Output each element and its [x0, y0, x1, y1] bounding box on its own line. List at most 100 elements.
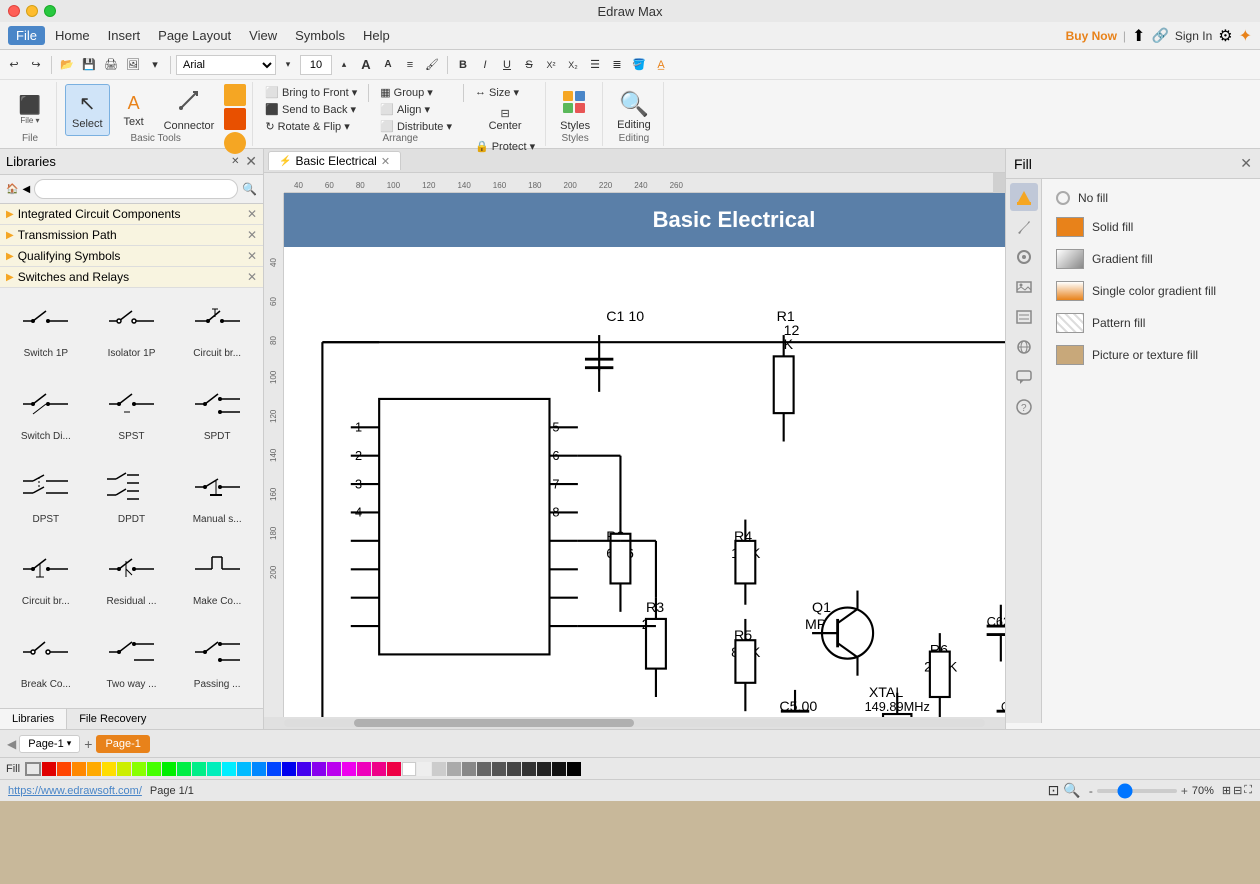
color-swatch-12[interactable]: [222, 762, 236, 776]
fill-image-icon[interactable]: [1010, 273, 1038, 301]
minimize-button[interactable]: [26, 5, 38, 17]
tb-print[interactable]: 🖨: [101, 55, 121, 75]
home-icon[interactable]: 🏠: [6, 184, 18, 195]
font-color-btn[interactable]: A̲: [651, 55, 671, 75]
shape-cross[interactable]: ✕: [224, 156, 246, 167]
fill-gradient-option[interactable]: Gradient fill: [1050, 245, 1252, 273]
center-btn[interactable]: ⊟ Center: [471, 101, 539, 137]
color-swatch-26[interactable]: [447, 762, 461, 776]
edraw-icon[interactable]: ✦: [1239, 26, 1252, 46]
font-selector[interactable]: Arial: [176, 55, 276, 75]
color-swatch-18[interactable]: [312, 762, 326, 776]
sign-in-link[interactable]: Sign In: [1175, 29, 1212, 43]
page-tab-2[interactable]: Page-1: [96, 735, 149, 753]
settings-icon[interactable]: ⚙: [1218, 26, 1232, 46]
distribute-btn[interactable]: ⬜ Distribute ▾: [376, 118, 456, 134]
chain-icon[interactable]: 🔗: [1151, 27, 1168, 44]
text-btn[interactable]: A Text: [114, 84, 154, 136]
rotate-flip-btn[interactable]: ↻ Rotate & Flip ▾: [261, 118, 361, 134]
fill-picture-option[interactable]: Picture or texture fill: [1050, 341, 1252, 369]
symbol-tway[interactable]: Two way ...: [90, 623, 174, 704]
symbol-switch1p[interactable]: Switch 1P: [4, 292, 88, 373]
font-grow[interactable]: A: [356, 55, 376, 75]
fill-brush-icon[interactable]: [1010, 213, 1038, 241]
file-recovery-tab[interactable]: File Recovery: [67, 709, 158, 729]
page-tab-1[interactable]: Page-1 ▾: [19, 735, 80, 753]
fill-globe-icon[interactable]: [1010, 333, 1038, 361]
layout-icon[interactable]: ⊟: [1233, 784, 1242, 797]
fill-color-btn[interactable]: 🪣: [629, 55, 649, 75]
fill-paint-icon[interactable]: [1010, 183, 1038, 211]
menu-symbols[interactable]: Symbols: [287, 26, 353, 45]
color-swatch-20[interactable]: [342, 762, 356, 776]
color-swatch-7[interactable]: [147, 762, 161, 776]
strikethrough-btn[interactable]: S: [519, 55, 539, 75]
send-to-back-btn[interactable]: ⬛ Send to Back ▾: [261, 101, 361, 117]
zoom-in-btn[interactable]: +: [1181, 784, 1188, 798]
underline-btn[interactable]: U: [497, 55, 517, 75]
color-swatch-5[interactable]: [117, 762, 131, 776]
font-size-down[interactable]: ▾: [278, 55, 298, 75]
fill-chat-icon[interactable]: [1010, 363, 1038, 391]
color-swatch-black[interactable]: [567, 762, 581, 776]
color-swatch-0[interactable]: [42, 762, 56, 776]
tb-btn-1[interactable]: ↩: [4, 55, 24, 75]
color-swatch-15[interactable]: [267, 762, 281, 776]
page-nav-left[interactable]: ◀: [4, 737, 19, 751]
color-swatch-14[interactable]: [252, 762, 266, 776]
zoom-out-btn[interactable]: -: [1089, 784, 1093, 798]
super-btn[interactable]: X²: [541, 55, 561, 75]
color-swatch-30[interactable]: [507, 762, 521, 776]
color-swatch-29[interactable]: [492, 762, 506, 776]
color-swatch-17[interactable]: [297, 762, 311, 776]
symbol-spst[interactable]: SPST: [90, 375, 174, 456]
sub-btn[interactable]: X₂: [563, 55, 583, 75]
fullscreen-icon[interactable]: ⛶: [1244, 784, 1252, 797]
color-swatch-10[interactable]: [192, 762, 206, 776]
nav-left-icon[interactable]: ◀: [22, 184, 30, 195]
file-group-btn[interactable]: ⬛ File ▾: [10, 84, 50, 136]
lib-tp-close[interactable]: ✕: [247, 228, 257, 242]
color-swatch-13[interactable]: [237, 762, 251, 776]
color-swatch-25[interactable]: [432, 762, 446, 776]
page-tab-1-arrow[interactable]: ▾: [67, 738, 72, 749]
view-fit-icon[interactable]: ⊡: [1048, 782, 1060, 799]
zoom-slider[interactable]: [1097, 789, 1177, 793]
menu-file[interactable]: File: [8, 26, 45, 45]
view-zoom-icon[interactable]: 🔍: [1063, 782, 1080, 799]
lib-tab[interactable]: Libraries: [0, 709, 67, 729]
bring-to-front-btn[interactable]: ⬜ Bring to Front ▾: [261, 84, 361, 100]
list2-btn[interactable]: ≣: [607, 55, 627, 75]
symbol-spdt[interactable]: SPDT: [175, 375, 259, 456]
symbol-makeco[interactable]: Make Co...: [175, 540, 259, 621]
buy-now-link[interactable]: Buy Now: [1066, 29, 1117, 43]
color-swatch-32[interactable]: [537, 762, 551, 776]
lib-section-tp[interactable]: ▶ Transmission Path ✕: [0, 225, 263, 246]
color-swatch-16[interactable]: [282, 762, 296, 776]
italic-btn[interactable]: I: [475, 55, 495, 75]
lib-sr-close[interactable]: ✕: [247, 270, 257, 284]
no-fill-swatch[interactable]: [25, 762, 41, 776]
menu-help[interactable]: Help: [355, 26, 398, 45]
styles-btn[interactable]: Styles: [554, 84, 596, 136]
diagram-canvas[interactable]: C1 10 R1 12 K: [284, 247, 1005, 717]
menu-view[interactable]: View: [241, 26, 285, 45]
fill-single-gradient-option[interactable]: Single color gradient fill: [1050, 277, 1252, 305]
select-btn[interactable]: ↖ Select: [65, 84, 110, 136]
symbol-manuals[interactable]: Manual s...: [175, 458, 259, 539]
symbol-circuitbr1[interactable]: Circuit br...: [175, 292, 259, 373]
fill-none-option[interactable]: No fill: [1050, 187, 1252, 209]
lib-qs-close[interactable]: ✕: [247, 249, 257, 263]
align-btn[interactable]: ⬜ Align ▾: [376, 101, 456, 117]
symbol-dpst[interactable]: DPST: [4, 458, 88, 539]
menu-home[interactable]: Home: [47, 26, 98, 45]
fill-help-icon[interactable]: ?: [1010, 393, 1038, 421]
color-swatch-white[interactable]: [402, 762, 416, 776]
menu-page-layout[interactable]: Page Layout: [150, 26, 239, 45]
bold-btn[interactable]: B: [453, 55, 473, 75]
editing-btn[interactable]: 🔍 Editing: [611, 84, 657, 136]
color-swatch-23[interactable]: [387, 762, 401, 776]
shape-rect2[interactable]: [224, 108, 246, 130]
fill-dropper-icon[interactable]: [1010, 243, 1038, 271]
color-swatch-11[interactable]: [207, 762, 221, 776]
